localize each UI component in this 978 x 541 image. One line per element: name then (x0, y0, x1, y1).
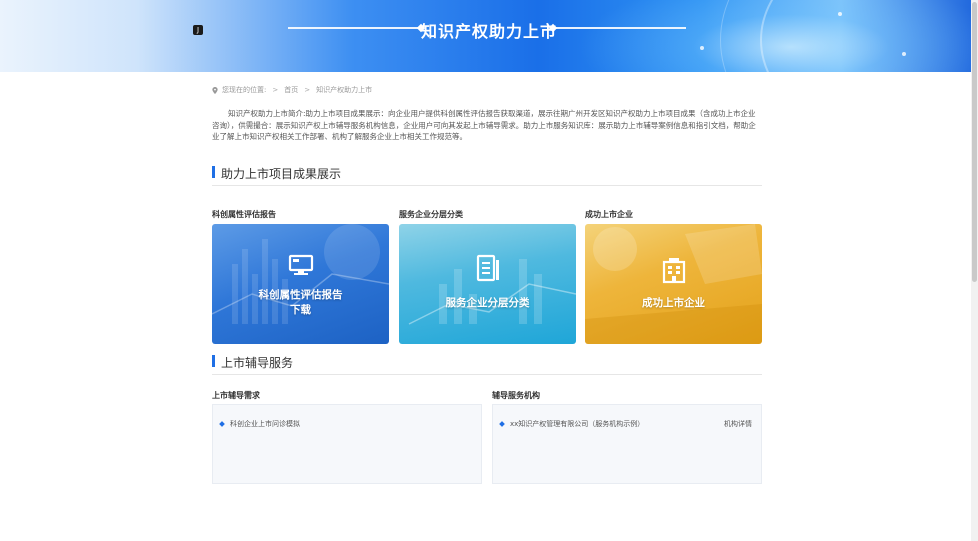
document-list-icon (476, 254, 499, 282)
desk-pattern-decoration (585, 224, 762, 344)
location-pin-icon (212, 86, 218, 94)
computer-monitor-icon (288, 254, 313, 275)
breadcrumb: 您现在的位置: > 首页 > 知识产权助力上市 (212, 85, 372, 95)
chevron-right-icon: > (272, 86, 279, 94)
section-title: 助力上市项目成果展示 (221, 167, 342, 181)
card-service-classification[interactable]: 服务企业分层分类 (399, 224, 576, 344)
breadcrumb-current: 知识产权助力上市 (316, 86, 373, 94)
banner-dot (902, 52, 906, 56)
list-item-text[interactable]: 科创企业上市问诊模拟 (230, 419, 300, 429)
scrollbar-thumb[interactable] (972, 2, 977, 282)
header-banner: J 知识产权助力上市 (0, 0, 978, 72)
card-title: 成功上市企业 (642, 297, 705, 309)
section-header-guidance: 上市辅导服务 (212, 351, 762, 375)
section-header-results: 助力上市项目成果展示 (212, 162, 762, 186)
building-icon (662, 258, 685, 284)
card-subtitle-download[interactable]: 下载 (212, 303, 389, 317)
section-title: 上市辅导服务 (221, 356, 294, 370)
banner-dot (838, 12, 842, 16)
guidance-demand-label: 上市辅导需求 (212, 391, 260, 400)
card-label-classification: 服务企业分层分类 (399, 210, 463, 219)
service-agency-label: 辅导服务机构 (492, 391, 540, 400)
page-title: 知识产权助力上市 (420, 22, 557, 41)
card-background (212, 224, 389, 344)
card-label-listed: 成功上市企业 (585, 210, 633, 219)
breadcrumb-location-label: 您现在的位置: (222, 86, 267, 94)
service-agency-list: xx知识产权管理有限公司（服务机构示例） 机构详情 (492, 404, 762, 484)
card-assessment-report[interactable]: 科创属性评估报告 下载 (212, 224, 389, 344)
guidance-demand-list: 科创企业上市问诊模拟 (212, 404, 482, 484)
intro-paragraph: 知识产权助力上市简介:助力上市项目成果展示：向企业用户提供科创属性评估报告获取渠… (212, 109, 756, 141)
section-accent-bar (212, 355, 215, 367)
card-title: 服务企业分层分类 (445, 297, 530, 309)
breadcrumb-home-link[interactable]: 首页 (284, 85, 298, 95)
agency-details-link[interactable]: 机构详情 (724, 419, 752, 429)
card-listed-companies[interactable]: 成功上市企业 (585, 224, 762, 344)
list-item-text[interactable]: xx知识产权管理有限公司（服务机构示例） (510, 419, 644, 429)
chevron-right-icon: > (304, 86, 311, 94)
card-label-assessment: 科创属性评估报告 (212, 210, 276, 219)
bullet-diamond-icon (219, 421, 225, 427)
section-accent-bar (212, 166, 215, 178)
list-item[interactable]: xx知识产权管理有限公司（服务机构示例） 机构详情 (499, 419, 752, 429)
card-background (399, 224, 576, 344)
bullet-diamond-icon (499, 421, 505, 427)
vertical-scrollbar[interactable] (971, 0, 978, 541)
banner-dot (700, 46, 704, 50)
chart-pattern-decoration (408, 259, 576, 325)
list-item[interactable]: 科创企业上市问诊模拟 (219, 419, 472, 429)
chart-pattern-decoration (212, 224, 389, 324)
card-background (585, 224, 762, 344)
card-title: 科创属性评估报告 (258, 289, 343, 301)
